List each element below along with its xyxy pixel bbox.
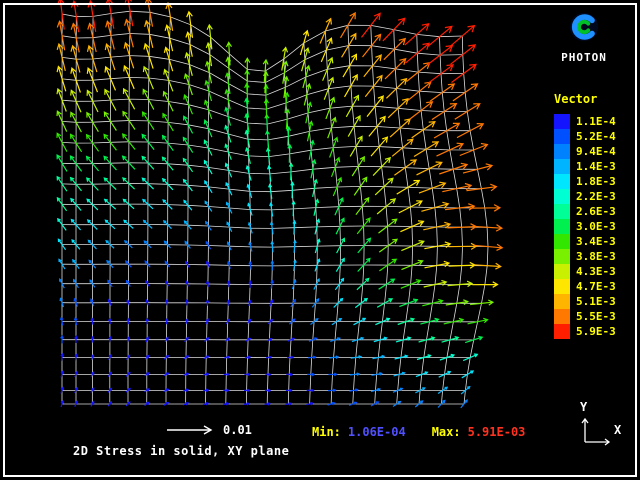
legend-swatch: [554, 324, 570, 339]
legend-swatch: [554, 189, 570, 204]
legend-value: 5.1E-3: [576, 294, 616, 309]
min-label: Min:: [312, 425, 341, 439]
legend-swatch: [554, 279, 570, 294]
axis-x-label: X: [614, 423, 621, 437]
min-value: 1.06E-04: [348, 425, 406, 439]
max-label: Max:: [432, 425, 461, 439]
vector-legend: Vector 1.1E-45.2E-49.4E-41.4E-31.8E-32.2…: [554, 92, 616, 339]
scale-label: 0.01: [223, 423, 252, 437]
legend-swatch: [554, 159, 570, 174]
legend-value: 5.9E-3: [576, 324, 616, 339]
legend-entry: 5.5E-3: [554, 309, 616, 324]
legend-entry: 2.2E-3: [554, 189, 616, 204]
legend-entry: 2.6E-3: [554, 204, 616, 219]
legend-swatch: [554, 129, 570, 144]
legend-rows: 1.1E-45.2E-49.4E-41.4E-31.8E-32.2E-32.6E…: [554, 114, 616, 339]
plot-title: 2D Stress in solid, XY plane: [73, 444, 289, 458]
legend-entry: 3.0E-3: [554, 219, 616, 234]
photon-viewport: PHOTON Vector 1.1E-45.2E-49.4E-41.4E-31.…: [0, 0, 640, 480]
legend-value: 4.7E-3: [576, 279, 616, 294]
legend-swatch: [554, 204, 570, 219]
legend-entry: 5.9E-3: [554, 324, 616, 339]
max-value: 5.91E-03: [468, 425, 526, 439]
legend-swatch: [554, 144, 570, 159]
legend-value: 3.4E-3: [576, 234, 616, 249]
brand-block: PHOTON: [548, 10, 620, 64]
legend-value: 3.0E-3: [576, 219, 616, 234]
legend-value: 5.5E-3: [576, 309, 616, 324]
axis-triad: Y X: [576, 400, 636, 452]
legend-value: 1.4E-3: [576, 159, 616, 174]
legend-entry: 3.8E-3: [554, 249, 616, 264]
legend-title: Vector: [554, 92, 616, 106]
legend-swatch: [554, 249, 570, 264]
legend-value: 2.6E-3: [576, 204, 616, 219]
legend-entry: 1.8E-3: [554, 174, 616, 189]
legend-swatch: [554, 234, 570, 249]
legend-entry: 1.4E-3: [554, 159, 616, 174]
legend-swatch: [554, 114, 570, 129]
scale-arrow-icon: [165, 424, 215, 436]
legend-value: 3.8E-3: [576, 249, 616, 264]
photon-logo-icon: [567, 10, 601, 44]
legend-value: 9.4E-4: [576, 144, 616, 159]
legend-value: 4.3E-3: [576, 264, 616, 279]
legend-value: 5.2E-4: [576, 129, 616, 144]
legend-value: 1.1E-4: [576, 114, 616, 129]
brand-name: PHOTON: [548, 51, 620, 64]
minmax-readout: Min: 1.06E-04 Max: 5.91E-03: [312, 425, 525, 439]
axis-y-label: Y: [580, 400, 587, 414]
legend-value: 2.2E-3: [576, 189, 616, 204]
scale-bar: 0.01: [165, 423, 252, 437]
legend-entry: 9.4E-4: [554, 144, 616, 159]
legend-swatch: [554, 294, 570, 309]
legend-swatch: [554, 264, 570, 279]
legend-entry: 1.1E-4: [554, 114, 616, 129]
legend-swatch: [554, 219, 570, 234]
vector-plot: [0, 0, 640, 480]
legend-entry: 5.2E-4: [554, 129, 616, 144]
legend-entry: 3.4E-3: [554, 234, 616, 249]
legend-entry: 4.3E-3: [554, 264, 616, 279]
legend-swatch: [554, 309, 570, 324]
legend-entry: 5.1E-3: [554, 294, 616, 309]
legend-value: 1.8E-3: [576, 174, 616, 189]
legend-swatch: [554, 174, 570, 189]
legend-entry: 4.7E-3: [554, 279, 616, 294]
